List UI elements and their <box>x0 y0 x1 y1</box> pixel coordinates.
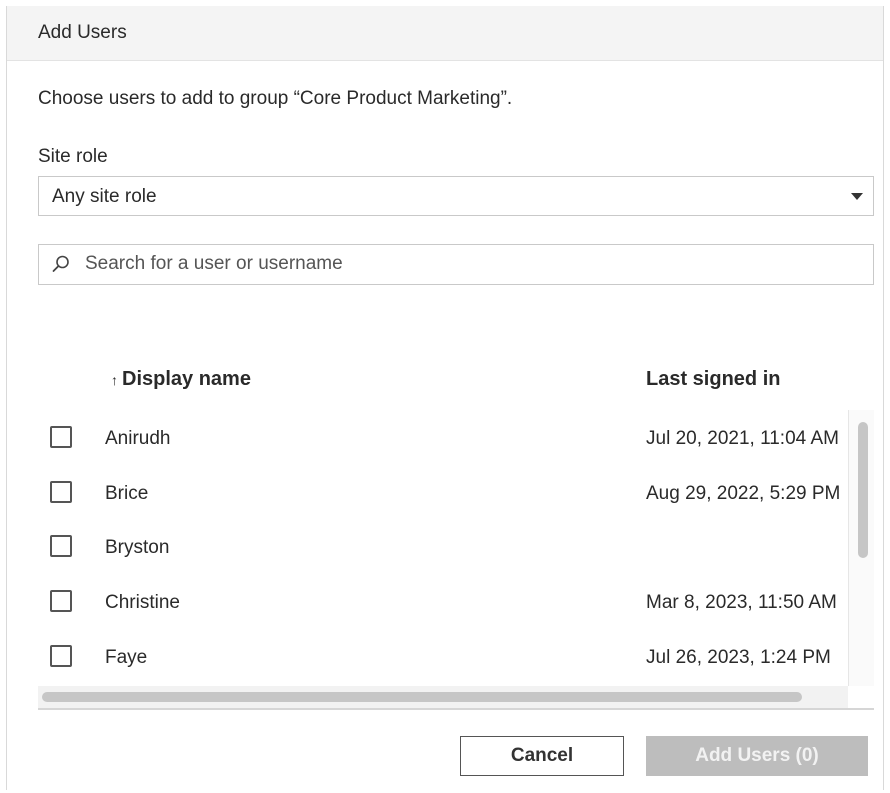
user-display-name: Anirudh <box>105 428 171 449</box>
row-checkbox[interactable] <box>50 645 72 667</box>
table-row: Anirudh Jul 20, 2021, 11:04 AM <box>38 410 848 464</box>
column-header-last-signed-in[interactable]: Last signed in <box>646 368 780 391</box>
user-last-signed-in: Mar 8, 2023, 11:50 AM <box>646 592 837 613</box>
horizontal-scrollbar-thumb[interactable] <box>42 692 802 702</box>
cancel-button[interactable]: Cancel <box>460 736 624 776</box>
search-icon <box>52 255 69 272</box>
search-box <box>38 244 874 285</box>
row-checkbox[interactable] <box>50 481 72 503</box>
user-display-name: Christine <box>105 592 180 613</box>
dialog-title: Add Users <box>38 22 127 43</box>
add-users-dialog: Add Users Choose users to add to group “… <box>6 6 884 790</box>
vertical-scrollbar-thumb[interactable] <box>858 422 868 558</box>
user-last-signed-in: Aug 29, 2022, 5:29 PM <box>646 483 841 504</box>
table-row: Christine Mar 8, 2023, 11:50 AM <box>38 574 848 628</box>
row-checkbox[interactable] <box>50 535 72 557</box>
column-header-last-signed-in-label: Last signed in <box>646 368 781 390</box>
table-row: Brice Aug 29, 2022, 5:29 PM <box>38 465 848 519</box>
user-display-name: Faye <box>105 647 148 668</box>
table-row: Bryston <box>38 519 848 573</box>
column-header-display-name[interactable]: ↑ Display name <box>111 368 251 391</box>
user-display-name: Bryston <box>105 537 170 558</box>
site-role-label: Site role <box>38 146 108 167</box>
vertical-scrollbar[interactable] <box>848 410 874 686</box>
search-input[interactable] <box>85 251 855 277</box>
horizontal-scrollbar[interactable] <box>38 686 848 708</box>
sort-ascending-icon: ↑ <box>111 372 118 388</box>
caret-down-icon <box>851 193 863 200</box>
row-checkbox[interactable] <box>50 590 72 612</box>
site-role-selected-value: Any site role <box>52 186 157 207</box>
user-display-name: Brice <box>105 483 149 504</box>
add-users-button[interactable]: Add Users (0) <box>646 736 868 776</box>
table-row: Faye Jul 26, 2023, 1:24 PM <box>38 629 848 683</box>
users-table: Anirudh Jul 20, 2021, 11:04 AM Brice Aug… <box>38 410 874 708</box>
dialog-title-bar: Add Users <box>7 6 883 61</box>
row-checkbox[interactable] <box>50 426 72 448</box>
instruction-text: Choose users to add to group “Core Produ… <box>38 88 513 109</box>
user-last-signed-in: Jul 20, 2021, 11:04 AM <box>646 428 839 449</box>
column-header-display-name-label: Display name <box>122 368 251 390</box>
footer-divider <box>38 708 874 710</box>
user-last-signed-in: Jul 26, 2023, 1:24 PM <box>646 647 831 668</box>
site-role-select[interactable]: Any site role <box>38 176 874 216</box>
